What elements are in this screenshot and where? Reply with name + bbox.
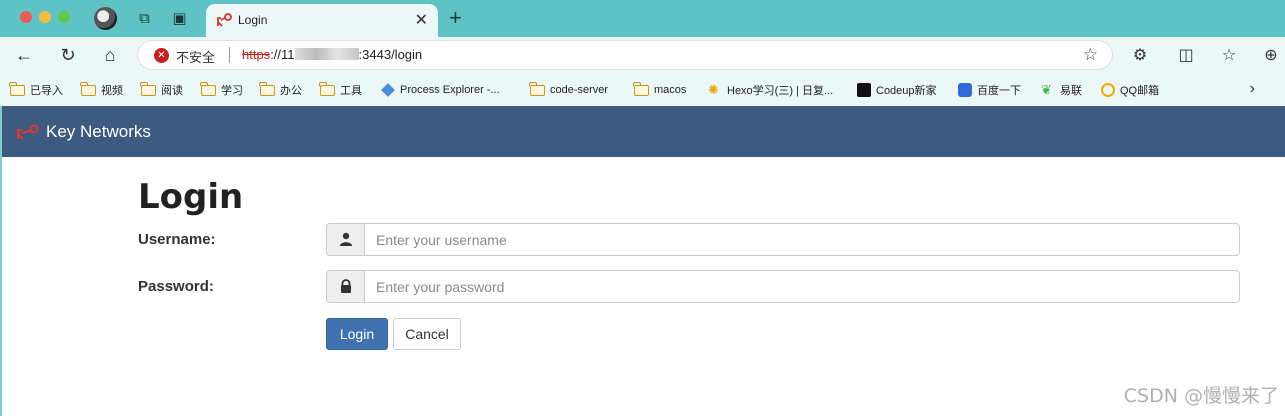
username-label: Username: bbox=[138, 231, 216, 248]
codeup-icon bbox=[857, 83, 871, 97]
cancel-button[interactable]: Cancel bbox=[393, 318, 461, 350]
qq-mail-icon bbox=[1101, 83, 1115, 97]
security-label[interactable]: 不安全 bbox=[176, 47, 215, 66]
bookmarks-bar: 已导入 视频 阅读 学习 办公 工具 Process Explorer -...… bbox=[0, 73, 1285, 106]
bookmark-label: Process Explorer -... bbox=[400, 84, 500, 96]
page-title: Login bbox=[138, 177, 244, 217]
watermark: CSDN @慢慢来了 bbox=[1123, 385, 1279, 407]
bookmark-label: 已导入 bbox=[30, 85, 63, 97]
login-button[interactable]: Login bbox=[326, 318, 388, 350]
redacted-host bbox=[294, 48, 359, 60]
browser-toolbar: ← ↻ ⌂ ✕ 不安全 https://11:3443/login ☆ ⚙ ◫ … bbox=[0, 37, 1285, 73]
bookmark-label: QQ邮箱 bbox=[1120, 85, 1160, 97]
app-navbar: Key Networks bbox=[2, 106, 1285, 157]
brand-name[interactable]: Key Networks bbox=[46, 122, 151, 142]
address-bar[interactable]: ✕ 不安全 https://11 :3443/login ☆ bbox=[138, 41, 1112, 69]
bookmark-folder[interactable]: 办公 bbox=[259, 81, 302, 98]
leaf-icon: ❦ bbox=[1041, 82, 1052, 97]
bookmark-star-icon[interactable]: ☆ bbox=[1083, 45, 1098, 65]
bookmark-link[interactable]: Codeup新家 bbox=[857, 82, 937, 98]
bookmark-label: 办公 bbox=[280, 85, 302, 97]
bookmark-label: code-server bbox=[550, 84, 609, 96]
tab-login[interactable]: Login ✕ bbox=[206, 4, 438, 37]
bookmark-label: 易联 bbox=[1060, 85, 1082, 97]
baidu-paw-icon bbox=[958, 83, 972, 97]
bookmark-label: macos bbox=[654, 84, 687, 96]
url-path: :3443/login bbox=[358, 47, 423, 62]
tab-close-icon[interactable]: ✕ bbox=[415, 10, 428, 30]
bookmark-folder[interactable]: 视频 bbox=[80, 81, 123, 98]
address-divider bbox=[229, 47, 230, 63]
reload-icon[interactable]: ↻ bbox=[57, 44, 79, 66]
folder-icon bbox=[80, 81, 96, 96]
bookmark-link[interactable]: 百度一下 bbox=[958, 82, 1021, 98]
password-label: Password: bbox=[138, 278, 214, 295]
more-bookmarks-icon[interactable]: › bbox=[1250, 80, 1255, 98]
lock-icon bbox=[341, 279, 351, 293]
user-icon bbox=[340, 232, 352, 246]
sun-icon: ✺ bbox=[708, 82, 719, 97]
diamond-icon bbox=[381, 83, 395, 97]
folder-icon bbox=[319, 81, 335, 96]
folder-icon bbox=[259, 81, 275, 96]
bookmark-label: 学习 bbox=[221, 85, 243, 97]
password-input-group bbox=[326, 270, 1240, 303]
vertical-tabs-icon[interactable]: ▣ bbox=[171, 10, 188, 27]
bookmark-label: 工具 bbox=[340, 85, 362, 97]
extensions-icon[interactable]: ⚙ bbox=[1130, 45, 1150, 65]
back-icon[interactable]: ← bbox=[13, 44, 35, 66]
url-text[interactable]: https://11 :3443/login bbox=[242, 47, 422, 62]
collections-icon[interactable]: ⊕ bbox=[1261, 45, 1281, 65]
bookmark-label: 视频 bbox=[101, 85, 123, 97]
folder-icon bbox=[140, 81, 156, 96]
bookmark-link[interactable]: Process Explorer -... bbox=[381, 82, 500, 98]
new-tab-button[interactable]: + bbox=[449, 6, 462, 30]
bookmark-link[interactable]: QQ邮箱 bbox=[1101, 82, 1159, 98]
profile-avatar[interactable] bbox=[94, 7, 117, 30]
bookmark-folder[interactable]: 阅读 bbox=[140, 81, 183, 98]
workspaces-icon[interactable]: ⧉ bbox=[136, 10, 153, 27]
bookmark-folder[interactable]: code-server bbox=[529, 81, 609, 98]
key-favicon-icon bbox=[217, 13, 232, 27]
bookmark-folder[interactable]: macos bbox=[633, 81, 687, 98]
home-icon[interactable]: ⌂ bbox=[99, 44, 121, 66]
minimize-window-button[interactable] bbox=[39, 11, 51, 23]
username-input[interactable] bbox=[365, 224, 1239, 255]
maximize-window-button[interactable] bbox=[58, 11, 70, 23]
password-addon bbox=[327, 271, 365, 302]
bookmark-folder[interactable]: 学习 bbox=[200, 81, 243, 98]
password-input[interactable] bbox=[365, 271, 1239, 302]
bookmark-label: 百度一下 bbox=[977, 85, 1021, 97]
web-page: Key Networks Login Username: Password: L… bbox=[2, 106, 1285, 416]
url-host-prefix: ://11 bbox=[270, 47, 295, 62]
bookmark-label: Hexo学习(三) | 日复... bbox=[727, 85, 834, 97]
bookmark-link[interactable]: ❦ 易联 bbox=[1041, 82, 1082, 98]
folder-icon bbox=[9, 81, 25, 96]
favorites-icon[interactable]: ☆ bbox=[1219, 45, 1239, 65]
url-scheme: https bbox=[242, 47, 271, 62]
close-window-button[interactable] bbox=[20, 11, 32, 23]
bookmark-label: Codeup新家 bbox=[876, 85, 937, 97]
key-logo-icon[interactable] bbox=[16, 124, 40, 140]
username-addon bbox=[327, 224, 365, 255]
folder-icon bbox=[200, 81, 216, 96]
username-input-group bbox=[326, 223, 1240, 256]
bookmark-folder[interactable]: 工具 bbox=[319, 81, 362, 98]
tab-strip: ⧉ ▣ Login ✕ + bbox=[0, 0, 1285, 37]
tab-title: Login bbox=[238, 13, 268, 27]
folder-icon bbox=[529, 81, 545, 96]
bookmark-link[interactable]: ✺ Hexo学习(三) | 日复... bbox=[708, 82, 833, 98]
bookmark-label: 阅读 bbox=[161, 85, 183, 97]
folder-icon bbox=[633, 81, 649, 96]
not-secure-icon[interactable]: ✕ bbox=[154, 48, 169, 63]
split-screen-icon[interactable]: ◫ bbox=[1176, 45, 1196, 65]
bookmark-folder[interactable]: 已导入 bbox=[9, 81, 63, 98]
